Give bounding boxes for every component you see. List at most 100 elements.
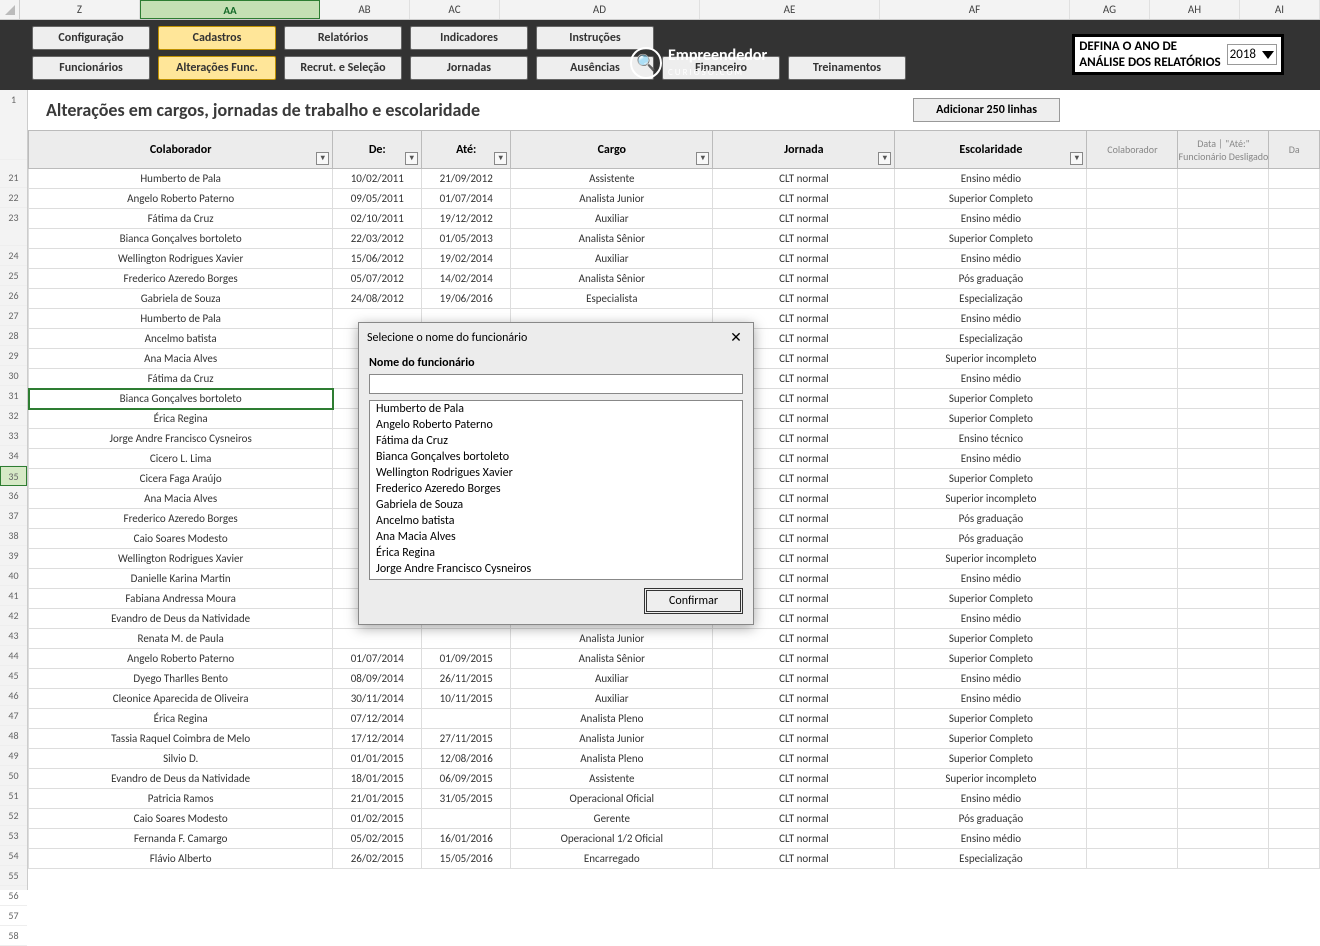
table-cell[interactable]: 18/01/2015 <box>333 769 422 789</box>
row-number[interactable]: 47 <box>0 706 27 726</box>
table-cell[interactable] <box>1269 469 1320 489</box>
table-cell[interactable]: Fernanda F. Camargo <box>29 829 333 849</box>
table-cell[interactable] <box>1178 569 1269 589</box>
table-cell[interactable]: 26/11/2015 <box>422 669 511 689</box>
table-cell[interactable]: CLT normal <box>713 709 895 729</box>
row-number[interactable]: 1 <box>0 90 27 160</box>
table-cell[interactable]: Analista Sênior <box>511 229 713 249</box>
table-cell[interactable]: Ensino médio <box>895 249 1087 269</box>
list-item[interactable]: Angelo Roberto Paterno <box>370 417 742 433</box>
table-cell[interactable]: 19/06/2016 <box>422 289 511 309</box>
table-cell[interactable]: Patricia Ramos <box>29 789 333 809</box>
table-cell[interactable]: CLT normal <box>713 629 895 649</box>
table-cell[interactable]: Operacional 1/2 Oficial <box>511 829 713 849</box>
table-cell[interactable]: Frederico Azeredo Borges <box>29 269 333 289</box>
table-cell[interactable] <box>1178 829 1269 849</box>
table-cell[interactable]: 01/02/2015 <box>333 809 422 829</box>
table-cell[interactable]: Superior Completo <box>895 189 1087 209</box>
table-cell[interactable]: 27/11/2015 <box>422 729 511 749</box>
table-cell[interactable] <box>1178 329 1269 349</box>
table-cell[interactable] <box>1087 749 1178 769</box>
table-cell[interactable]: 07/12/2014 <box>333 709 422 729</box>
table-cell[interactable]: Assistente <box>511 169 713 189</box>
table-cell[interactable] <box>1087 229 1178 249</box>
table-cell[interactable] <box>1178 449 1269 469</box>
table-cell[interactable] <box>1178 609 1269 629</box>
table-cell[interactable] <box>1087 529 1178 549</box>
table-cell[interactable]: 21/09/2012 <box>422 169 511 189</box>
table-cell[interactable] <box>1087 289 1178 309</box>
table-cell[interactable]: Danielle Karina Martin <box>29 569 333 589</box>
table-cell[interactable] <box>1269 369 1320 389</box>
add-rows-button[interactable]: Adicionar 250 linhas <box>913 98 1060 122</box>
table-cell[interactable]: Frederico Azeredo Borges <box>29 509 333 529</box>
table-cell[interactable]: Ensino médio <box>895 209 1087 229</box>
table-cell[interactable] <box>422 809 511 829</box>
row-number[interactable]: 43 <box>0 626 27 646</box>
table-cell[interactable]: Wellington Rodrigues Xavier <box>29 249 333 269</box>
table-cell[interactable] <box>1087 569 1178 589</box>
row-number[interactable]: 46 <box>0 686 27 706</box>
ribbon-button[interactable]: Funcionários <box>32 56 150 80</box>
table-cell[interactable]: CLT normal <box>713 229 895 249</box>
row-number[interactable]: 56 <box>0 886 27 906</box>
list-item[interactable]: Wellington Rodrigues Xavier <box>370 465 742 481</box>
row-number[interactable]: 27 <box>0 306 27 326</box>
table-cell[interactable]: Bianca Gonçalves bortoleto <box>29 389 333 409</box>
table-cell[interactable]: Ensino médio <box>895 309 1087 329</box>
table-cell[interactable] <box>1269 409 1320 429</box>
table-cell[interactable]: Superior Completo <box>895 229 1087 249</box>
table-cell[interactable]: Ensino médio <box>895 609 1087 629</box>
table-cell[interactable] <box>1087 349 1178 369</box>
table-cell[interactable] <box>1178 349 1269 369</box>
table-cell[interactable] <box>1269 789 1320 809</box>
table-cell[interactable]: CLT normal <box>713 769 895 789</box>
table-cell[interactable]: Superior Completo <box>895 709 1087 729</box>
table-cell[interactable]: Auxiliar <box>511 689 713 709</box>
table-cell[interactable]: Cicero L. Lima <box>29 449 333 469</box>
table-cell[interactable] <box>1269 829 1320 849</box>
ribbon-button[interactable]: Configuração <box>32 26 150 50</box>
table-cell[interactable]: CLT normal <box>713 729 895 749</box>
row-number[interactable]: 38 <box>0 526 27 546</box>
table-cell[interactable]: 01/01/2015 <box>333 749 422 769</box>
table-cell[interactable] <box>1269 529 1320 549</box>
table-cell[interactable]: CLT normal <box>713 289 895 309</box>
list-item[interactable]: Ana Macia Alves <box>370 529 742 545</box>
table-cell[interactable]: 24/08/2012 <box>333 289 422 309</box>
table-cell[interactable]: Encarregado <box>511 849 713 869</box>
table-cell[interactable]: Pós graduação <box>895 509 1087 529</box>
table-cell[interactable] <box>1269 749 1320 769</box>
table-cell[interactable]: Especialização <box>895 289 1087 309</box>
table-cell[interactable]: 06/09/2015 <box>422 769 511 789</box>
table-cell[interactable] <box>1178 629 1269 649</box>
table-cell[interactable]: Analista Junior <box>511 729 713 749</box>
table-cell[interactable]: 02/10/2011 <box>333 209 422 229</box>
column-header[interactable]: AA <box>140 0 320 19</box>
table-cell[interactable]: Auxiliar <box>511 249 713 269</box>
row-number[interactable]: 52 <box>0 806 27 826</box>
row-number[interactable]: 44 <box>0 646 27 666</box>
table-cell[interactable] <box>1178 689 1269 709</box>
table-cell[interactable] <box>1087 369 1178 389</box>
table-cell[interactable]: Cleonice Aparecida de Oliveira <box>29 689 333 709</box>
table-cell[interactable] <box>1087 269 1178 289</box>
table-cell[interactable] <box>1269 429 1320 449</box>
filter-icon[interactable]: ▾ <box>878 152 891 165</box>
table-cell[interactable]: CLT normal <box>713 169 895 189</box>
table-cell[interactable]: Wellington Rodrigues Xavier <box>29 549 333 569</box>
table-cell[interactable]: Superior Completo <box>895 629 1087 649</box>
list-item[interactable]: Cicero L. Lima <box>370 577 742 580</box>
table-cell[interactable] <box>1178 469 1269 489</box>
row-number[interactable]: 49 <box>0 746 27 766</box>
table-cell[interactable] <box>422 629 511 649</box>
table-cell[interactable] <box>1269 669 1320 689</box>
table-cell[interactable] <box>1178 269 1269 289</box>
table-cell[interactable]: Superior Completo <box>895 749 1087 769</box>
table-cell[interactable] <box>1178 789 1269 809</box>
table-cell[interactable]: 31/05/2015 <box>422 789 511 809</box>
row-number[interactable]: 53 <box>0 826 27 846</box>
table-cell[interactable] <box>1178 209 1269 229</box>
table-cell[interactable] <box>1178 189 1269 209</box>
table-cell[interactable] <box>1269 389 1320 409</box>
